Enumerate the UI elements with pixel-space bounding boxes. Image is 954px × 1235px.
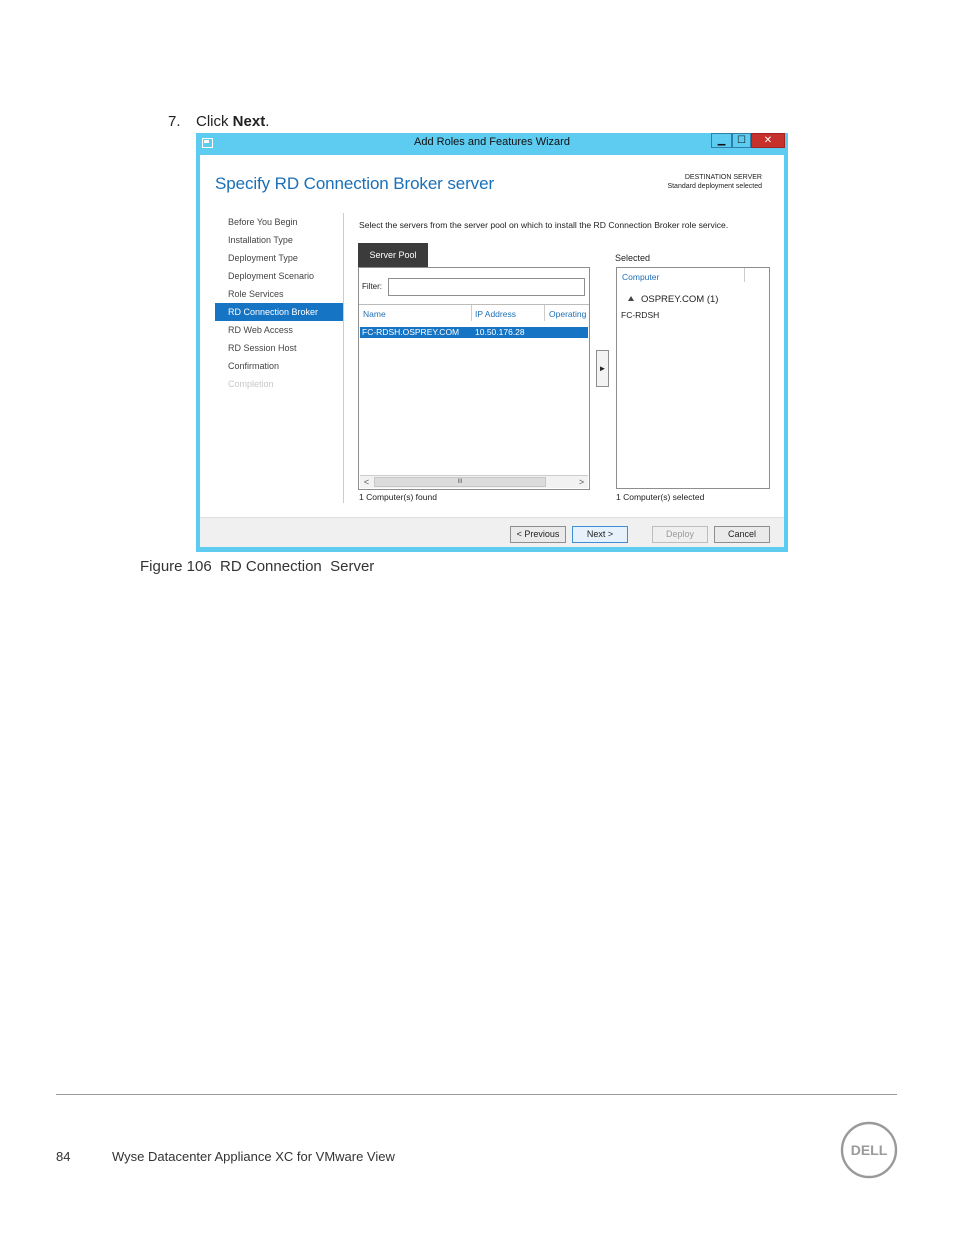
page-number: 84 (56, 1149, 71, 1164)
horizontal-scrollbar[interactable]: < III > (360, 475, 588, 488)
selected-label: Selected (615, 253, 651, 263)
selected-group-label: OSPREY.COM (1) (641, 294, 719, 305)
dell-logo-icon: DELL (840, 1121, 898, 1179)
add-server-arrow-button[interactable]: ► (596, 350, 609, 387)
nav-item-role-services[interactable]: Role Services (215, 285, 343, 303)
previous-button[interactable]: < Previous (510, 526, 566, 543)
scroll-left-icon[interactable]: < (360, 476, 373, 488)
tab-server-pool[interactable]: Server Pool (358, 243, 428, 267)
page-description: Select the servers from the server pool … (359, 220, 729, 230)
nav-item-rd-web-access[interactable]: RD Web Access (215, 321, 343, 339)
cell-ip-address: 10.50.176.28 (475, 327, 525, 337)
filter-label: Filter: (362, 282, 382, 291)
column-header-operating-system[interactable]: Operating (549, 309, 586, 319)
document-title: Wyse Datacenter Appliance XC for VMware … (112, 1149, 395, 1164)
wizard-nav: Before You Begin Installation Type Deplo… (215, 213, 343, 393)
destination-server-value: Standard deployment selected (667, 183, 762, 190)
nav-item-completion: Completion (228, 379, 274, 389)
minimize-button[interactable]: ▁ (711, 133, 732, 148)
nav-item-rd-session-host[interactable]: RD Session Host (215, 339, 343, 357)
maximize-button[interactable]: ☐ (732, 133, 751, 148)
column-header-name[interactable]: Name (363, 309, 386, 319)
next-button[interactable]: Next > (572, 526, 628, 543)
wizard-window-screenshot: Add Roles and Features Wizard ▁ ☐ ✕ Spec… (196, 133, 788, 552)
step-text: Click (196, 113, 229, 130)
column-separator[interactable] (471, 305, 472, 321)
selected-group[interactable]: OSPREY.COM (1) (628, 294, 718, 305)
footer-rule (56, 1094, 897, 1095)
filter-input[interactable] (388, 278, 585, 296)
nav-item-deployment-type[interactable]: Deployment Type (215, 249, 343, 267)
logo-text: DELL (851, 1142, 888, 1158)
title-bar: Add Roles and Features Wizard ▁ ☐ ✕ (196, 133, 788, 154)
column-separator[interactable] (744, 268, 745, 282)
step-instruction: 7. Click Next. (168, 113, 269, 130)
cancel-button[interactable]: Cancel (714, 526, 770, 543)
wizard-client-area: Specify RD Connection Broker server DEST… (200, 155, 784, 547)
scroll-right-icon[interactable]: > (575, 476, 588, 488)
computers-found-count: 1 Computer(s) found (359, 492, 437, 502)
nav-item-installation-type[interactable]: Installation Type (215, 231, 343, 249)
deploy-button: Deploy (652, 526, 708, 543)
page-heading: Specify RD Connection Broker server (215, 174, 495, 193)
selected-server-item[interactable]: FC-RDSH (621, 310, 659, 320)
window-title: Add Roles and Features Wizard (414, 136, 570, 148)
close-button[interactable]: ✕ (751, 133, 785, 148)
step-number: 7. (168, 113, 181, 130)
server-pool-panel: Filter: Name IP Address Operating FC-RDS… (358, 267, 590, 490)
collapse-triangle-icon[interactable] (628, 296, 634, 301)
column-header-computer[interactable]: Computer (622, 272, 659, 282)
nav-item-confirmation[interactable]: Confirmation (215, 357, 343, 375)
column-header-border (359, 304, 589, 305)
destination-server-label: DESTINATION SERVER (684, 174, 762, 181)
column-header-ip-address[interactable]: IP Address (475, 309, 516, 319)
nav-item-deployment-scenario[interactable]: Deployment Scenario (215, 267, 343, 285)
scroll-thumb[interactable]: III (374, 477, 546, 487)
nav-item-rd-connection-broker[interactable]: RD Connection Broker (215, 303, 343, 321)
wizard-footer: < Previous Next > Deploy Cancel (200, 517, 784, 547)
nav-item-before-you-begin[interactable]: Before You Begin (215, 213, 343, 231)
figure-caption: Figure 106 RD Connection Server (140, 558, 375, 575)
step-period: . (265, 113, 270, 130)
step-bold-text: Next (232, 113, 266, 130)
table-row[interactable]: FC-RDSH.OSPREY.COM 10.50.176.28 (360, 327, 588, 338)
cell-name: FC-RDSH.OSPREY.COM (362, 327, 460, 337)
nav-divider (343, 213, 344, 503)
column-separator[interactable] (544, 305, 545, 321)
selected-servers-panel: Computer OSPREY.COM (1) FC-RDSH (616, 267, 770, 489)
computers-selected-count: 1 Computer(s) selected (616, 492, 705, 502)
